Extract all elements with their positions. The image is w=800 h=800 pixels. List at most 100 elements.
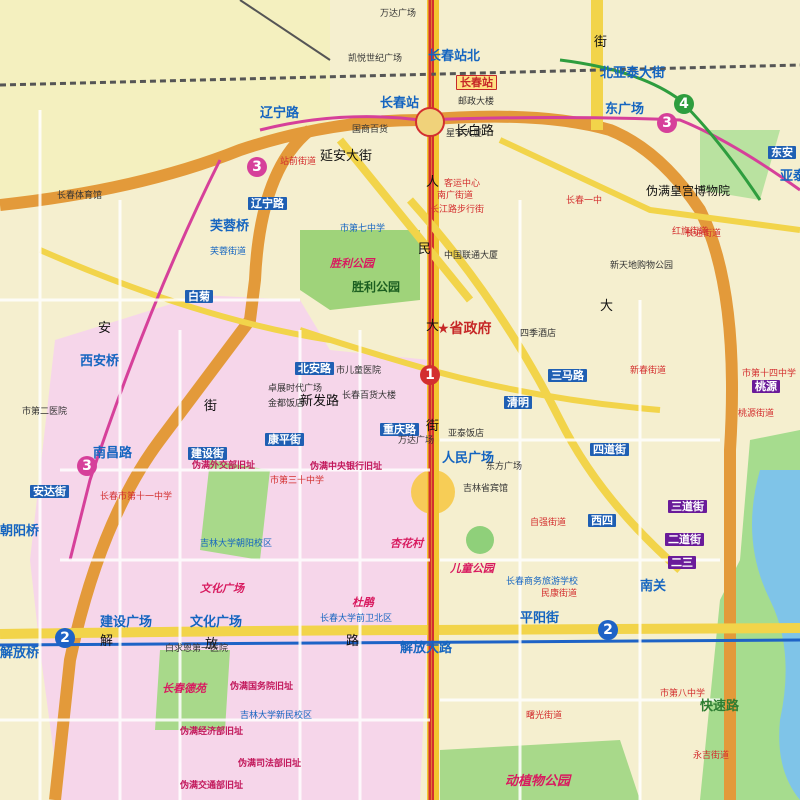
- poi-label[interactable]: 中国联通大厦: [444, 252, 498, 261]
- road-label-chaoyang-bridge: 朝阳桥: [0, 524, 40, 539]
- poi-label[interactable]: 凯悦世纪广场: [348, 55, 402, 64]
- road-char-da: 大: [600, 299, 614, 314]
- poi-label[interactable]: 长春百货大楼: [342, 392, 396, 401]
- poi-label[interactable]: 万达广场: [380, 10, 416, 19]
- poi-label[interactable]: 金都饭店: [268, 400, 304, 409]
- subdistrict-label-xinchun: 新春街道: [630, 366, 667, 376]
- poi-label[interactable]: 市第七中学: [340, 225, 385, 234]
- road-label-pingyang-street: 平阳街: [520, 611, 560, 626]
- poi-label[interactable]: 伪满交通部旧址: [180, 782, 243, 791]
- poi-label[interactable]: 长春市第十一中学: [100, 493, 172, 502]
- poi-label[interactable]: 东方广场: [486, 463, 522, 472]
- metro-line-3-badge[interactable]: 3: [247, 157, 267, 177]
- poi-label[interactable]: 长春大学前卫北区: [320, 615, 392, 624]
- poi-label[interactable]: 长春一中: [566, 197, 602, 206]
- poi-label[interactable]: 市儿童医院: [336, 367, 381, 376]
- poi-label[interactable]: 国商百货: [352, 126, 388, 135]
- subdistrict-label-minkang: 民康街道: [541, 589, 578, 599]
- poi-label[interactable]: 伪满司法部旧址: [238, 760, 301, 769]
- road-label-dongan: 东安: [768, 146, 796, 159]
- poi-label[interactable]: 伪满国务院旧址: [230, 683, 293, 692]
- poi-label[interactable]: 市第十四中学: [742, 370, 796, 379]
- poi-label[interactable]: 伪满经济部旧址: [180, 728, 243, 737]
- road-label-kuaisu: 快速路: [700, 699, 740, 714]
- poi-label[interactable]: 红旗街道: [672, 228, 708, 237]
- rail-station-label[interactable]: 长春站: [456, 75, 497, 90]
- poi-label[interactable]: 万达广场: [398, 437, 434, 446]
- city-map[interactable]: 1 2 2 3 3 3 4 长春站北 长春站 长春站 北亚泰大街 东广场 辽宁路…: [0, 0, 800, 800]
- road-label-anda-street: 安达街: [30, 485, 69, 498]
- metro-line-4-badge[interactable]: 4: [674, 94, 694, 114]
- road-label-jianshe-street: 建设街: [188, 447, 227, 460]
- road-label-furong-bridge: 芙蓉桥: [210, 219, 250, 234]
- road-label-kangping-street: 康平街: [265, 433, 304, 446]
- avenue-char-jie: 街: [426, 419, 440, 434]
- avenue-char-ren: 人: [426, 175, 440, 190]
- poi-label[interactable]: 市第八中学: [660, 690, 705, 699]
- subdistrict-label-taoyuan: 桃源街道: [738, 409, 775, 419]
- subdistrict-label-yongji: 永吉街道: [693, 751, 730, 761]
- road-label-qingming: 清明: [504, 396, 532, 409]
- park-label-zoo: 动植物公园: [505, 774, 571, 789]
- poi-label[interactable]: 市第二医院: [22, 408, 67, 417]
- road-label-east-square: 东广场: [605, 102, 645, 117]
- poi-label[interactable]: 长春体育馆: [57, 192, 102, 201]
- poi-label[interactable]: 亚泰饭店: [448, 430, 484, 439]
- district-label-station-north: 长春站北: [428, 49, 481, 64]
- poi-label[interactable]: 伪满外交部旧址: [192, 462, 255, 471]
- road-label-wenhua-square: 文化广场: [190, 615, 243, 630]
- poi-label[interactable]: 邮政大楼: [458, 98, 494, 107]
- road-char-lu: 路: [346, 634, 360, 649]
- road-label-xisi: 西四: [588, 514, 616, 527]
- road-label-hengyi: 二三: [668, 556, 696, 569]
- road-label-jianshe-square: 建设广场: [100, 615, 153, 630]
- road-label-liaoning-road-box: 辽宁路: [248, 197, 287, 210]
- poi-label[interactable]: 长江路步行街: [430, 206, 484, 215]
- road-char-an: 安: [98, 321, 112, 336]
- road-label-liaoning-road: 辽宁路: [260, 106, 300, 121]
- park-label-children: 儿童公园: [450, 562, 494, 575]
- subdistrict-label-furong: 芙蓉街道: [210, 247, 247, 257]
- park-label-shengli-2: 胜利公园: [352, 280, 401, 294]
- road-char-jie-2: 解: [100, 634, 114, 649]
- road-label-beian-road: 北安路: [295, 362, 334, 375]
- map-base-layer: [0, 0, 800, 800]
- poi-label[interactable]: 伪满中央银行旧址: [310, 463, 382, 472]
- poi-label[interactable]: 吉林省宾馆: [463, 485, 508, 494]
- poi-label[interactable]: 伪满皇宫博物院: [646, 185, 730, 197]
- metro-line-2-badge[interactable]: 2: [598, 620, 618, 640]
- metro-line-2-badge-west[interactable]: 2: [55, 628, 75, 648]
- park-label-xinghua: 杏花村: [390, 537, 423, 550]
- poi-label[interactable]: 四季酒店: [520, 330, 556, 339]
- government-marker[interactable]: ★省政府: [437, 322, 492, 336]
- subdistrict-label-nanguang: 南广街道: [437, 191, 474, 201]
- road-label-yatai: 亚泰大街: [780, 169, 800, 184]
- metro-line-1-badge[interactable]: 1: [420, 365, 440, 385]
- subdistrict-label-zijiang: 自强街道: [530, 518, 567, 528]
- park-label-wenhua-square: 文化广场: [200, 582, 244, 595]
- road-label-xi-an-bridge: 西安桥: [80, 354, 120, 369]
- poi-label[interactable]: 市第三十中学: [270, 477, 324, 486]
- poi-label[interactable]: 星宇大厦: [446, 130, 482, 139]
- road-label-sanma-road: 三马路: [548, 369, 587, 382]
- poi-label[interactable]: 吉林大学新民校区: [240, 712, 312, 721]
- road-label-nanguan: 南关: [640, 579, 667, 594]
- poi-label[interactable]: 长春商务旅游学校: [506, 578, 578, 587]
- poi-label[interactable]: 吉林大学朝阳校区: [200, 540, 272, 549]
- poi-label[interactable]: 卓展时代广场: [268, 385, 322, 394]
- road-label-jiefang-bridge: 解放桥: [0, 646, 40, 661]
- road-label-yanan: 延安大街: [320, 149, 373, 164]
- road-label-sidao-street: 四道街: [590, 443, 629, 456]
- park-label-changchun-deyuan: 长春德苑: [162, 682, 206, 695]
- park-label-shengli: 胜利公园: [330, 257, 374, 270]
- poi-label[interactable]: 客运中心: [444, 180, 480, 189]
- poi-label[interactable]: 新天地购物公园: [610, 262, 673, 271]
- metro-line-3-badge-east[interactable]: 3: [657, 113, 677, 133]
- shengli-park-shape: [300, 230, 420, 310]
- avenue-char-min: 民: [418, 242, 432, 257]
- road-label-sandao-street: 三道街: [668, 500, 707, 513]
- road-char-jie: 街: [204, 399, 218, 414]
- park-label-dujuan: 杜鹃: [352, 596, 374, 609]
- poi-label[interactable]: 白求恩第一医院: [165, 645, 228, 654]
- road-label-xinfa: 新发路: [300, 394, 340, 409]
